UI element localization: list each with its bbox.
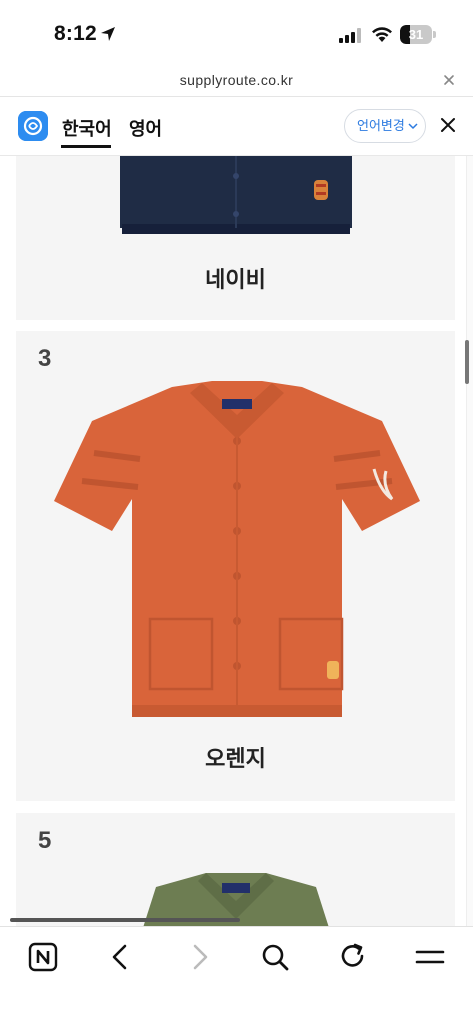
scroll-progress-bar: [10, 918, 240, 922]
change-language-button[interactable]: 언어변경: [344, 109, 426, 143]
naver-n-icon[interactable]: [25, 939, 61, 975]
forward-icon[interactable]: [182, 939, 218, 975]
reload-icon[interactable]: [335, 939, 371, 975]
status-time: 8:12: [54, 22, 97, 45]
orange-shirt-image: [54, 381, 420, 717]
translate-bar: 한국어 영어 언어변경: [0, 96, 473, 156]
cellular-signal-icon: [339, 28, 361, 43]
wifi-icon: [372, 27, 392, 42]
navy-shirt-image: [120, 156, 352, 234]
color-label-navy: 네이비: [205, 267, 266, 292]
close-translate-icon[interactable]: [440, 117, 456, 133]
search-icon[interactable]: [257, 939, 293, 975]
product-list[interactable]: 네이비 3 오렌지 5: [0, 156, 473, 926]
chevron-down-icon: [408, 123, 418, 130]
product-number: 3: [38, 345, 52, 372]
back-icon[interactable]: [102, 939, 138, 975]
page: 8:12 31 supplyroute.co.kr 한국어 영어 언어변경 네이…: [0, 0, 473, 1024]
close-icon[interactable]: [440, 71, 458, 89]
product-card-orange[interactable]: 3 오렌지: [16, 331, 455, 801]
product-number: 5: [38, 827, 52, 854]
next-page-edge: [466, 156, 473, 926]
bottom-toolbar: [0, 926, 473, 1024]
location-arrow-icon: [101, 27, 115, 41]
status-bar: 8:12 31: [0, 0, 473, 64]
product-card-green[interactable]: 5: [16, 813, 455, 926]
product-card-navy[interactable]: 네이비: [16, 156, 455, 320]
url-bar[interactable]: supplyroute.co.kr: [0, 64, 473, 96]
green-shirt-image: [143, 873, 329, 926]
battery-indicator: 31: [400, 25, 436, 44]
color-label-orange: 오렌지: [205, 746, 266, 771]
tab-korean[interactable]: 한국어: [62, 115, 112, 141]
papago-logo-icon: [18, 111, 48, 141]
menu-icon[interactable]: [412, 939, 448, 975]
active-tab-underline: [61, 145, 111, 148]
url-text[interactable]: supplyroute.co.kr: [0, 72, 473, 88]
change-language-label: 언어변경: [357, 118, 405, 133]
battery-level: 31: [408, 27, 424, 42]
tab-english[interactable]: 영어: [129, 115, 162, 141]
scroll-indicator[interactable]: [465, 340, 469, 384]
